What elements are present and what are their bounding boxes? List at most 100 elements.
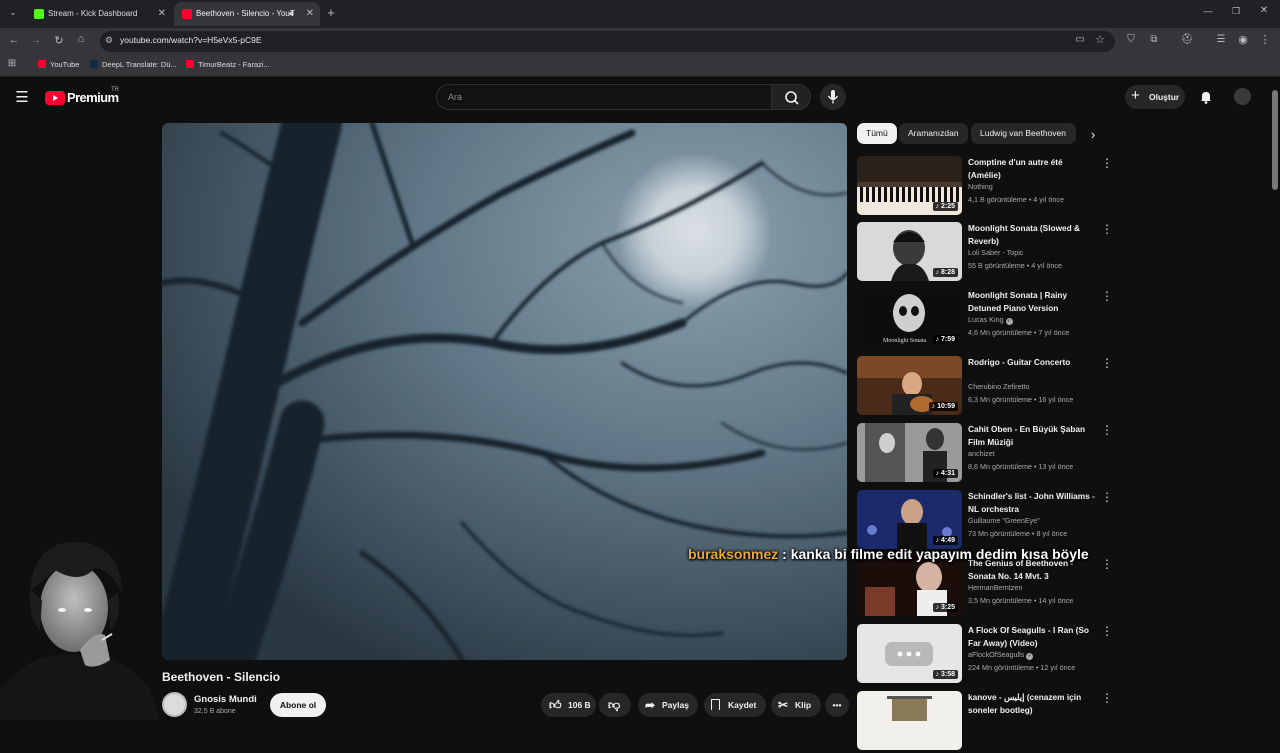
recommendation-item[interactable]: ♪ 10:59 Rodrigo - Guitar Concerto Cherubin… <box>857 356 1117 418</box>
like-button[interactable]: 👍︎ 106 B <box>541 693 596 717</box>
recommendation-title[interactable]: Moonlight Sonata | Rainy Detuned Piano V… <box>968 289 1096 315</box>
share-button[interactable]: ➦ Paylaş <box>638 693 698 717</box>
recommendation-title[interactable]: Rodrigo - Guitar Concerto <box>968 356 1096 369</box>
recommendation-item[interactable]: ♪ 8:28 Moonlight Sonata (Slowed & Reverb)… <box>857 222 1117 284</box>
hamburger-menu-icon[interactable]: ☰ <box>14 88 30 106</box>
more-options-icon[interactable]: ⋮ <box>1101 490 1113 504</box>
video-thumbnail[interactable]: ♪ 4:31 <box>857 423 962 482</box>
recommendation-channel[interactable]: Nothing <box>968 182 993 191</box>
reload-icon[interactable]: ↻ <box>51 34 67 47</box>
bookmark-youtube[interactable]: YouTube <box>38 60 79 69</box>
avatar[interactable] <box>1234 88 1251 105</box>
apps-grid-icon[interactable]: ⊞ <box>6 58 18 69</box>
more-options-icon[interactable]: ⋮ <box>1101 557 1113 571</box>
chip-from-search[interactable]: Aramanızdan <box>899 123 968 144</box>
recommendation-channel[interactable]: aFlockOfSeagulls ✓ <box>968 650 1034 660</box>
more-actions-button[interactable]: ••• <box>825 693 849 717</box>
browser-menu-icon[interactable]: ⋮ <box>1259 33 1271 46</box>
recommendation-item[interactable]: ♪ 2:25 Comptine d'un autre été (Amélie) No… <box>857 156 1117 218</box>
recommendation-item[interactable]: Moonlight Sonata ♪ 7:59 Moonlight Sonata |… <box>857 289 1117 351</box>
recommendation-channel[interactable]: HermanBerntzen <box>968 583 1022 592</box>
save-button[interactable]: Kaydet <box>704 693 766 717</box>
video-thumbnail[interactable]: ♪ 10:59 <box>857 356 962 415</box>
incognito-icon[interactable]: ⛑ <box>1180 34 1194 45</box>
tab-youtube-active[interactable]: Beethoven - Silencio - YouT 🔊︎ ✕ <box>174 2 320 26</box>
more-options-icon[interactable]: ⋮ <box>1101 156 1113 170</box>
recommendation-item[interactable]: ♪ 3:25 The Genius of Beethoven - Sonata N… <box>857 557 1117 619</box>
chips-next-icon[interactable]: › <box>1086 127 1100 142</box>
video-thumbnail[interactable]: ♪ 8:28 <box>857 222 962 281</box>
new-tab-button[interactable]: + <box>324 5 338 21</box>
browser-tab-bar: ⌄ Stream - Kick Dashboard ✕ Beethoven - … <box>0 0 1280 28</box>
notifications-icon[interactable] <box>1198 89 1214 105</box>
duration-text: 4:49 <box>940 537 955 544</box>
install-app-icon[interactable]: ▭ <box>1073 34 1087 45</box>
home-icon[interactable]: ⌂ <box>73 33 89 45</box>
voice-search-button[interactable] <box>820 84 846 110</box>
page-scrollbar[interactable] <box>1270 78 1280 720</box>
subscribe-button[interactable]: Abone ol <box>270 693 326 717</box>
create-button[interactable]: + Oluştur <box>1125 85 1185 109</box>
recommendation-title[interactable]: kanove - إيليس (cenazem için soneler boo… <box>968 691 1096 717</box>
forward-icon[interactable]: → <box>28 34 44 46</box>
recommendation-item[interactable]: kanove - إيليس (cenazem için soneler boo… <box>857 691 1117 753</box>
recommendation-title[interactable]: Schindler's list - John Williams - NL or… <box>968 490 1096 516</box>
recommendation-item[interactable]: ♪ 4:49 Schindler's list - John Williams -… <box>857 490 1117 552</box>
scrollbar-thumb[interactable] <box>1272 90 1278 190</box>
recommendation-title[interactable]: Moonlight Sonata (Slowed & Reverb) <box>968 222 1096 248</box>
video-thumbnail[interactable]: ♪ 4:49 <box>857 490 962 549</box>
clip-button[interactable]: ✂ Klip <box>771 693 821 717</box>
more-options-icon[interactable]: ⋮ <box>1101 356 1113 370</box>
back-icon[interactable]: ← <box>6 34 22 46</box>
more-options-icon[interactable]: ⋮ <box>1101 222 1113 236</box>
search-input[interactable]: Ara <box>436 84 772 110</box>
channel-name[interactable]: Gnosis Mundi <box>194 694 257 705</box>
recommendation-meta: 4,1 B görüntüleme • 4 yıl önce <box>968 195 1065 204</box>
recommendation-title[interactable]: A Flock Of Seagulls - I Ran (So Far Away… <box>968 624 1096 650</box>
site-info-icon[interactable]: ⚙ <box>103 35 115 46</box>
video-thumbnail[interactable]: ♪ 3:25 <box>857 557 962 616</box>
close-tab-icon[interactable]: ✕ <box>158 2 166 26</box>
duration-text: 8:28 <box>940 269 955 276</box>
more-options-icon[interactable]: ⋮ <box>1101 289 1113 303</box>
recommendation-item[interactable]: ♪ 4:31 Cahit Oben - En Büyük Şaban Film M… <box>857 423 1117 485</box>
bookmark-timurbeatz[interactable]: TimurBeatz - Farazi... <box>186 60 270 69</box>
bookmark-star-icon[interactable]: ☆ <box>1093 33 1107 46</box>
close-tab-icon[interactable]: ✕ <box>306 2 314 26</box>
video-thumbnail[interactable] <box>857 691 962 750</box>
media-control-icon[interactable]: ☰ <box>1214 34 1228 45</box>
recommendation-channel[interactable]: Guillaume "GreenEye" <box>968 516 1040 525</box>
close-window-icon[interactable]: ✕ <box>1256 5 1272 16</box>
recommendation-title[interactable]: Cahit Oben - En Büyük Şaban Film Müziği <box>968 423 1096 449</box>
youtube-logo[interactable]: Premium TR <box>45 87 135 107</box>
search-button[interactable] <box>771 84 811 110</box>
extension-shield-icon[interactable]: ⛉ <box>1124 34 1138 45</box>
more-options-icon[interactable]: ⋮ <box>1101 423 1113 437</box>
dislike-button[interactable]: 👎︎ <box>599 693 631 717</box>
video-player[interactable] <box>162 123 847 660</box>
profile-icon[interactable]: ◉ <box>1236 33 1250 46</box>
video-thumbnail[interactable]: ♪ 3:58 <box>857 624 962 683</box>
recommendation-channel[interactable]: Loli Saber - Topic <box>968 248 1023 257</box>
recommendation-channel[interactable]: anchizet <box>968 449 995 458</box>
bookmark-deepl[interactable]: DeepL Translate: Dü... <box>90 60 177 69</box>
more-options-icon[interactable]: ⋮ <box>1101 691 1113 705</box>
speaker-icon[interactable]: 🔊︎ <box>289 2 294 26</box>
chip-all[interactable]: Tümü <box>857 123 897 144</box>
recommendation-channel[interactable]: Lucas King ✓ <box>968 315 1013 325</box>
minimize-icon[interactable]: — <box>1200 6 1216 16</box>
maximize-icon[interactable]: ❐ <box>1228 6 1244 17</box>
extensions-icon[interactable]: ⧉ <box>1147 34 1161 45</box>
tab-kick-dashboard[interactable]: Stream - Kick Dashboard ✕ <box>26 2 172 26</box>
clip-label: Klip <box>795 700 812 710</box>
recommendation-title[interactable]: Comptine d'un autre été (Amélie) <box>968 156 1096 182</box>
tab-search-icon[interactable]: ⌄ <box>6 7 20 21</box>
recommendation-channel[interactable]: Cherubino Zefiretto <box>968 382 1030 391</box>
more-options-icon[interactable]: ⋮ <box>1101 624 1113 638</box>
kick-favicon-icon <box>34 9 44 19</box>
recommendation-item[interactable]: ♪ 3:58 A Flock Of Seagulls - I Ran (So Fa… <box>857 624 1117 686</box>
video-thumbnail[interactable]: Moonlight Sonata ♪ 7:59 <box>857 289 962 348</box>
channel-avatar[interactable] <box>162 692 187 717</box>
video-thumbnail[interactable]: ♪ 2:25 <box>857 156 962 215</box>
chip-beethoven[interactable]: Ludwig van Beethoven <box>971 123 1076 144</box>
